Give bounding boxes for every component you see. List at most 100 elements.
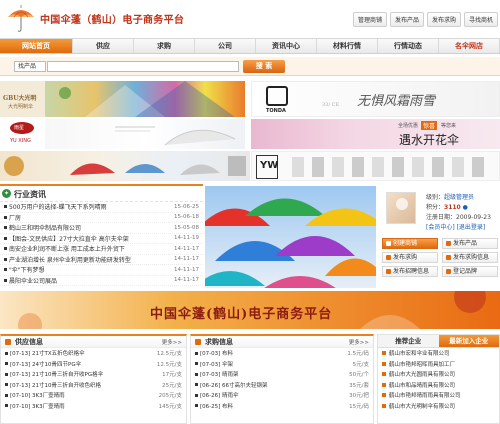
news-item[interactable]: 【图会-文民供应】27寸大拉直伞 高尔夫伞架 14-11-19 xyxy=(0,234,203,244)
enterprise-item[interactable]: 鹤山市和品晴雨具有限公司 xyxy=(378,380,499,391)
search-category-select[interactable]: 找产品 xyxy=(14,61,46,72)
supply-item[interactable]: [07-10] 3K3厂壹晴雨 205元/支 xyxy=(1,390,186,401)
publish-purchase-info-action[interactable]: 发布求购信息 xyxy=(442,252,498,263)
enterprise-list: 鹤山市宏和伞业有限公司 鹤山市艳邦昭晖雨具加工厂 鹤山市大光圆雨具有限公司 鹤山… xyxy=(378,348,499,411)
news-item[interactable]: 500万用户的选择-蝶飞天下系列晴雨 15-06-25 xyxy=(0,202,203,213)
job-icon xyxy=(386,269,391,274)
search-button[interactable]: 搜 索 xyxy=(243,60,285,73)
news-item-title: 南安企业利润不断上涨 用工成本上升外贸下 xyxy=(9,246,125,254)
bullet-icon xyxy=(382,351,386,356)
supply-icon xyxy=(5,339,11,345)
publish-purchase-action[interactable]: 发布求购 xyxy=(382,252,438,263)
manage-shop-button[interactable]: 管理商铺 xyxy=(352,12,387,27)
purchase-item[interactable]: [07-03] 布料 1.5元/码 xyxy=(191,348,373,359)
news-item[interactable]: "伞"下有梦想 14-11-17 xyxy=(0,265,203,276)
supply-item[interactable]: [07-13] 21寸TX五折色织格伞 12.5元/支 xyxy=(1,348,186,359)
top-links: 管理商铺 发布产品 发布求购 寻找商机 xyxy=(352,12,498,27)
enterprise-item[interactable]: 鹤山市艳邦昭晖雨具加工厂 xyxy=(378,359,499,370)
supply-more-link[interactable]: 更多>> xyxy=(162,338,182,346)
purchase-icon xyxy=(386,255,391,260)
find-opportunity-button[interactable]: 寻找商机 xyxy=(463,12,498,27)
supply-panel: 供应信息 更多>> [07-13] 21寸TX五折色织格伞 12.5元/支 [07… xyxy=(0,334,187,424)
platform-banner[interactable]: 中国伞蓬(鹤山)电子商务平台 xyxy=(0,291,500,329)
points-icon: ● xyxy=(462,204,468,211)
bullet-icon xyxy=(5,372,8,376)
enterprise-item[interactable]: 鹤山市大光圆雨具有限公司 xyxy=(378,369,499,380)
gbu-umbrella-banner[interactable] xyxy=(45,81,245,117)
enterprise-item[interactable]: 鹤山市大光明制伞有限公司 xyxy=(378,401,499,412)
news-item[interactable]: 晨阳伞业公司展品 14-11-17 xyxy=(0,276,203,286)
yw-umbrella-row-image xyxy=(292,157,484,177)
publish-job-action[interactable]: 发布招聘信息 xyxy=(382,266,438,277)
supply-item[interactable]: [07-10] 3K3厂壹晴雨 145元/支 xyxy=(1,401,186,412)
news-item-date: 14-11-17 xyxy=(174,266,199,273)
bullet-icon xyxy=(5,404,8,408)
create-shop-button[interactable]: 创建商铺 xyxy=(382,238,438,249)
purchase-more-link[interactable]: 更多>> xyxy=(349,338,369,346)
register-brand-action[interactable]: 登记品牌 xyxy=(442,266,498,277)
publish-product-action[interactable]: 发布产品 xyxy=(442,238,498,249)
tab-recommended[interactable]: 推荐企业 xyxy=(378,335,439,347)
enterprise-item[interactable]: 鹤山市宏和伞业有限公司 xyxy=(378,348,499,359)
nav-market-trends[interactable]: 行情动态 xyxy=(378,39,439,53)
gbu-logo-banner[interactable]: GBU大光明 大光明制伞 xyxy=(0,81,45,117)
purchase-item[interactable]: [07-03] 伞架 5元/支 xyxy=(191,359,373,370)
yw-banner[interactable]: YW xyxy=(251,151,500,181)
enterprise-item[interactable]: 鹤山市艳邦晴雨雨具有限公司 xyxy=(378,390,499,401)
nav-purchase[interactable]: 求购 xyxy=(134,39,195,53)
yuxing-logo-banner[interactable]: 雨星 YU XING xyxy=(0,119,45,149)
purchase-item[interactable]: [06-26] 66寸高尔夫轻钢架 35元/套 xyxy=(191,380,373,391)
gbu-brand-text: GBU大光明 xyxy=(3,95,37,102)
news-item[interactable]: 南安企业利润不断上涨 用工成本上升外贸下 14-11-17 xyxy=(0,244,203,255)
bullet-icon xyxy=(4,278,7,282)
umbrella-logo-icon[interactable] xyxy=(6,3,36,33)
yuxing-product-banner[interactable] xyxy=(45,119,245,149)
purchase-item[interactable]: [07-03] 晴雨架 50元/个 xyxy=(191,369,373,380)
center-umbrella-photo[interactable] xyxy=(205,186,376,288)
news-item-date: 15-05-08 xyxy=(174,224,199,231)
purchase-title: 求购信息 xyxy=(205,338,233,346)
supply-item[interactable]: [07-13] 24寸10骨四节PG伞 12.5元/支 xyxy=(1,359,186,370)
tonda-logo-icon xyxy=(266,86,288,106)
bullet-icon xyxy=(195,351,198,355)
user-level: 级别：超级管理员 xyxy=(426,194,475,201)
news-item-date: 14-11-17 xyxy=(174,277,199,284)
user-status-links[interactable]: [会员中心] [退出登录] xyxy=(426,222,485,231)
purchase-item[interactable]: [06-26] 晴雨伞 30元/把 xyxy=(191,390,373,401)
supply-item[interactable]: [07-13] 21寸10骨三折自开收PG格伞 17元/支 xyxy=(1,369,186,380)
yushui-small-text: 全场优惠 xyxy=(398,123,419,129)
avatar[interactable] xyxy=(386,192,416,224)
tab-newest[interactable]: 最新加入企业 xyxy=(438,335,499,347)
bullet-icon xyxy=(382,382,386,387)
user-points: 积分：3110 ● xyxy=(426,204,468,211)
umbrella-product-strip[interactable] xyxy=(0,151,250,181)
nav-famous-shops[interactable]: 名伞网店 xyxy=(439,39,500,53)
site-title: 中国伞蓬（鹤山）电子商务平台 xyxy=(40,15,185,26)
news-item[interactable]: 鹤山三和明伞制品有限公司 15-05-08 xyxy=(0,223,203,234)
purchase-item[interactable]: [06-25] 布料 15元/码 xyxy=(191,401,373,412)
publish-purchase-button[interactable]: 发布求购 xyxy=(426,12,461,27)
nav-news-center[interactable]: 资讯中心 xyxy=(256,39,317,53)
publish-product-button[interactable]: 发布产品 xyxy=(389,12,424,27)
supply-title: 供应信息 xyxy=(15,338,43,346)
news-item-title: "伞"下有梦想 xyxy=(9,267,45,275)
bullet-icon xyxy=(382,361,386,366)
news-item-date: 15-06-18 xyxy=(174,214,199,221)
tonda-banner[interactable]: TONDA 33/ CE 无惧风霜雨雪 xyxy=(251,81,500,117)
nav-material-market[interactable]: 材料行情 xyxy=(317,39,378,53)
umbrella-products-image xyxy=(4,156,246,176)
yushui-banner[interactable]: 全场优惠 惊喜 等您来 遇水开花伞 xyxy=(251,119,500,149)
product-icon xyxy=(446,241,451,246)
supply-item[interactable]: [07-13] 21寸10骨三折自开收色织格 25元/支 xyxy=(1,380,186,391)
bullet-icon xyxy=(5,393,8,397)
tonda-brand-text: TONDA xyxy=(266,108,286,114)
search-input[interactable] xyxy=(47,61,239,72)
nav-home[interactable]: 网站首页 xyxy=(0,39,73,53)
nav-company[interactable]: 公司 xyxy=(195,39,256,53)
nav-supply[interactable]: 供应 xyxy=(73,39,134,53)
purchase-header: 求购信息 更多>> xyxy=(191,336,373,348)
news-item[interactable]: 产业湖泊增长 泉州伞业利用更新功能研发转型 14-11-17 xyxy=(0,255,203,265)
news-item[interactable]: 厂房 15-06-18 xyxy=(0,213,203,223)
bullet-icon xyxy=(195,383,198,387)
purchase-panel: 求购信息 更多>> [07-03] 布料 1.5元/码 [07-03] 伞架 5元/… xyxy=(190,334,374,424)
